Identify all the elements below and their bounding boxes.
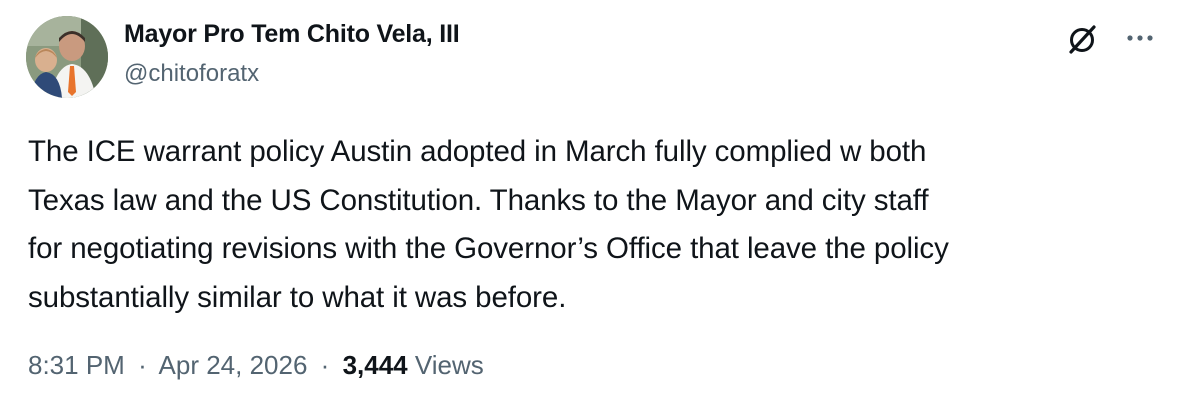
views-label: Views (414, 350, 484, 380)
author-handle[interactable]: @chitoforatx (124, 60, 259, 88)
post-text-line: Texas law and the US Constitution. Thank… (28, 183, 929, 217)
meta-separator: · (138, 350, 147, 380)
post-meta: 8:31 PM · Apr 24, 2026 · 3,444 Views (28, 350, 484, 381)
grok-icon[interactable] (1066, 22, 1100, 56)
more-icon[interactable] (1124, 22, 1156, 54)
meta-separator: · (320, 350, 330, 380)
views-count[interactable]: 3,444 (343, 350, 408, 380)
post-text-line: The ICE warrant policy Austin adopted in… (28, 135, 927, 168)
post-text: The ICE warrant policy Austin adopted in… (28, 128, 1168, 322)
post-text-line: substantially similar to what it was bef… (28, 280, 567, 314)
post-time[interactable]: 8:31 PM (28, 350, 125, 380)
tweet-card: Mayor Pro Tem Chito Vela, III @chitofora… (0, 0, 1198, 414)
avatar[interactable] (26, 16, 108, 98)
author-display-name[interactable]: Mayor Pro Tem Chito Vela, III (124, 20, 460, 49)
post-text-line: for negotiating revisions with the Gover… (28, 232, 949, 265)
post-date[interactable]: Apr 24, 2026 (159, 350, 308, 380)
